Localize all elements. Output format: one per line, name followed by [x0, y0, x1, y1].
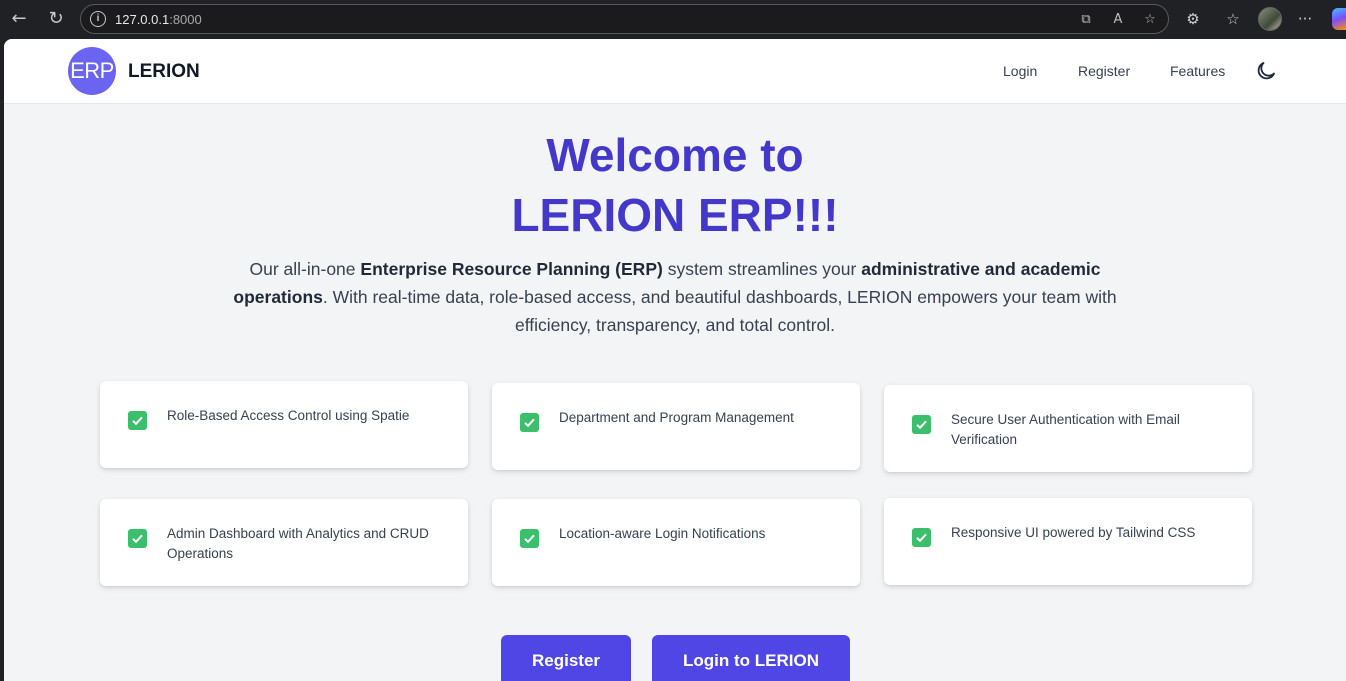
checkmark-icon	[520, 413, 539, 432]
feature-text: Responsive UI powered by Tailwind CSS	[951, 525, 1196, 540]
browser-toolbar: ← ↻ i 127.0.0.1:8000 ⧉ A ☆ ⚙ ☆ ···	[0, 0, 1346, 38]
feature-card: Responsive UI powered by Tailwind CSS	[884, 498, 1252, 585]
checkmark-icon	[128, 529, 147, 548]
site-info-icon[interactable]: i	[90, 11, 106, 27]
back-arrow-icon[interactable]: ←	[8, 8, 30, 30]
login-button[interactable]: Login to LERION	[652, 635, 850, 681]
hero-title-line1: Welcome to	[546, 129, 804, 181]
feature-text: Department and Program Management	[559, 410, 794, 425]
favorites-icon[interactable]: ☆	[1222, 8, 1244, 30]
checkmark-icon	[912, 415, 931, 434]
url-text: 127.0.0.1:8000	[115, 12, 202, 27]
site-header: ERP LERION Login Register Features	[4, 39, 1346, 104]
reload-icon[interactable]: ↻	[45, 8, 67, 30]
hero-title: Welcome to LERION ERP!!!	[4, 125, 1346, 245]
feature-card: Admin Dashboard with Analytics and CRUD …	[100, 499, 468, 586]
brand-name[interactable]: LERION	[128, 61, 200, 83]
profile-avatar[interactable]	[1258, 7, 1282, 31]
extensions-icon[interactable]: ⚙	[1182, 8, 1204, 30]
hero-description: Our all-in-one Enterprise Resource Plann…	[233, 259, 1117, 335]
open-in-app-icon[interactable]: ⧉	[1076, 10, 1096, 30]
feature-card: Role-Based Access Control using Spatie	[100, 381, 468, 468]
feature-text: Secure User Authentication with Email Ve…	[951, 412, 1180, 447]
read-aloud-icon[interactable]: A	[1108, 10, 1128, 30]
nav-features-link[interactable]: Features	[1170, 63, 1225, 79]
nav-register-link[interactable]: Register	[1078, 63, 1130, 79]
feature-text: Location-aware Login Notifications	[559, 526, 766, 541]
feature-card: Department and Program Management	[492, 383, 860, 470]
favorite-star-icon[interactable]: ☆	[1140, 10, 1160, 30]
page-viewport: ERP LERION Login Register Features Welco…	[4, 39, 1346, 681]
feature-text: Admin Dashboard with Analytics and CRUD …	[167, 526, 429, 561]
checkmark-icon	[128, 411, 147, 430]
feature-text: Role-Based Access Control using Spatie	[167, 408, 410, 423]
checkmark-icon	[520, 529, 539, 548]
erp-logo[interactable]: ERP	[68, 47, 116, 95]
hero-title-line2: LERION ERP!!!	[511, 189, 839, 241]
address-bar[interactable]: i 127.0.0.1:8000 ⧉ A ☆	[80, 4, 1169, 34]
checkmark-icon	[912, 528, 931, 547]
dark-mode-moon-icon[interactable]	[1254, 59, 1278, 83]
register-button[interactable]: Register	[501, 635, 631, 681]
copilot-icon[interactable]	[1332, 8, 1346, 30]
feature-card: Location-aware Login Notifications	[492, 499, 860, 586]
more-menu-icon[interactable]: ···	[1294, 8, 1316, 30]
feature-card: Secure User Authentication with Email Ve…	[884, 385, 1252, 472]
nav-login-link[interactable]: Login	[1003, 63, 1037, 79]
